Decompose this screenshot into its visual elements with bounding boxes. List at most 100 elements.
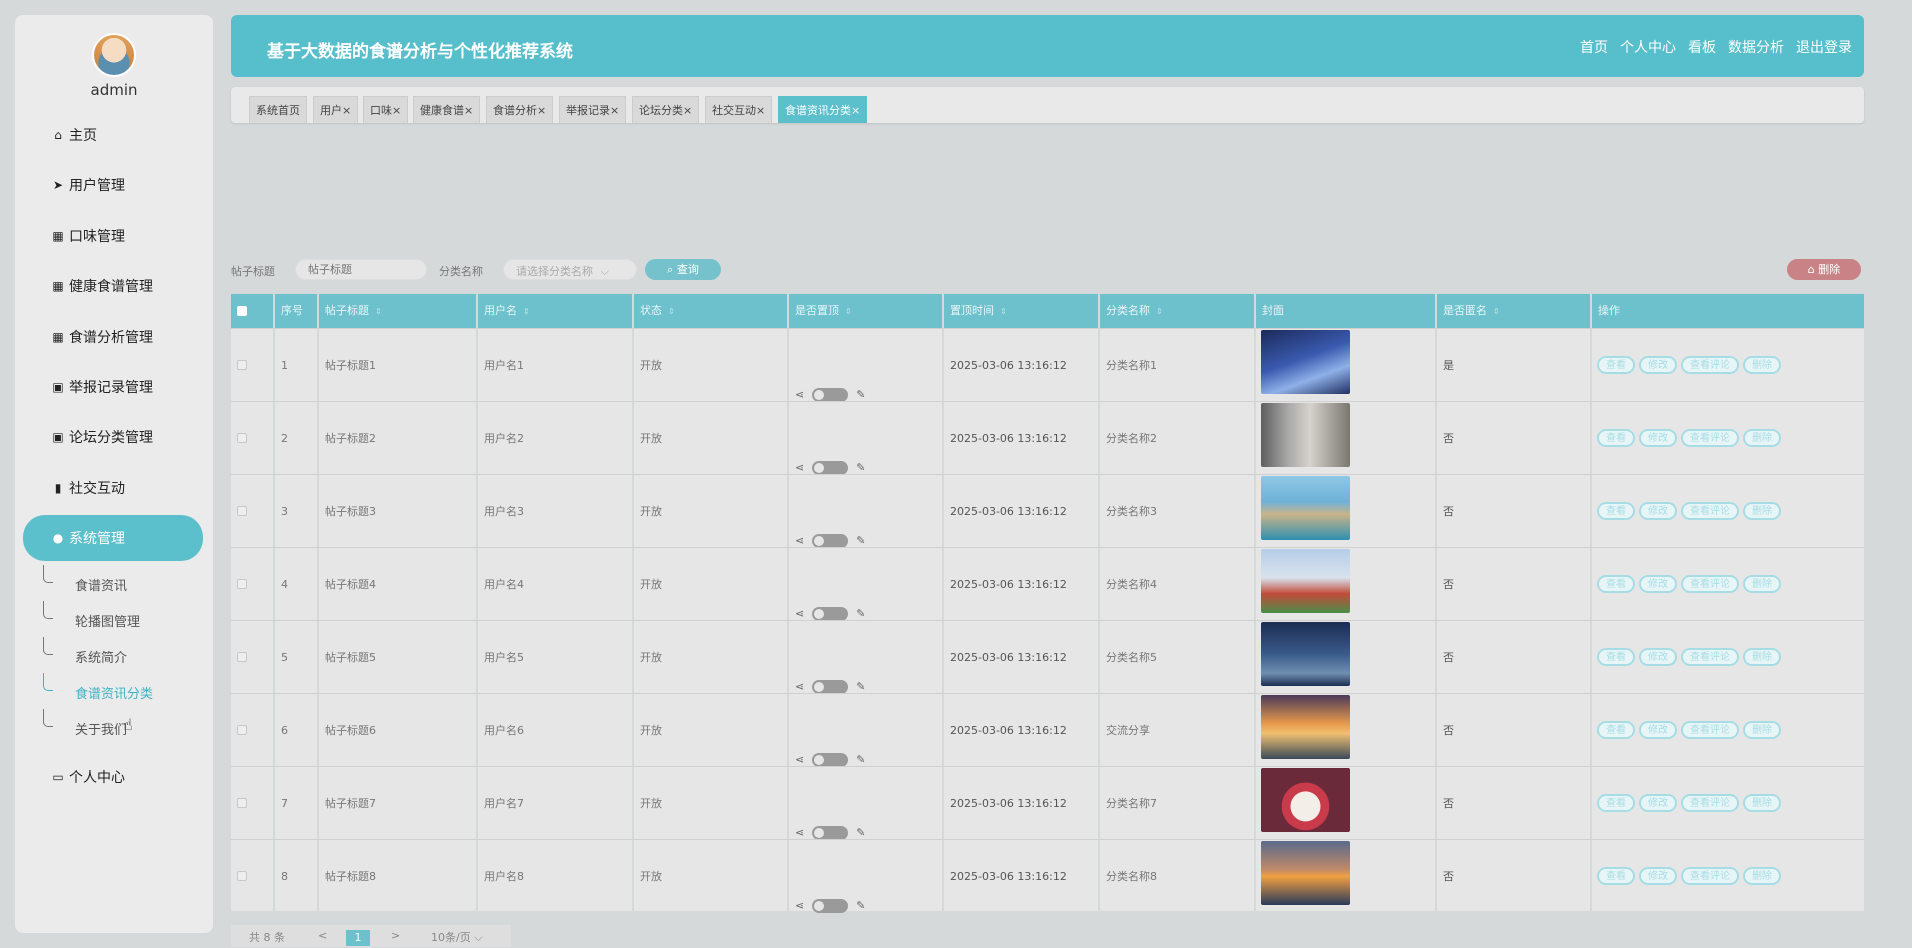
category-select[interactable]: 请选择分类名称 ⌵: [503, 259, 637, 280]
view-button[interactable]: 查看: [1597, 794, 1635, 812]
view-button[interactable]: 查看: [1597, 429, 1635, 447]
view-button[interactable]: 查看: [1597, 721, 1635, 739]
row-checkbox[interactable]: [237, 798, 247, 808]
cover-image[interactable]: [1261, 476, 1350, 540]
tab-healthy-recipe[interactable]: 健康食谱×: [413, 96, 481, 123]
select-all-checkbox[interactable]: [237, 306, 247, 316]
row-checkbox[interactable]: [237, 433, 247, 443]
sub-item-recipe-news[interactable]: 食谱资讯: [75, 575, 127, 594]
nav-item-recipe-analysis-manage[interactable]: ▦ 食谱分析管理: [23, 315, 203, 359]
cover-image[interactable]: [1261, 695, 1350, 759]
view-button[interactable]: 查看: [1597, 575, 1635, 593]
sub-item-carousel[interactable]: 轮播图管理: [75, 611, 140, 630]
sub-item-about-us[interactable]: 关于我们: [75, 719, 127, 738]
avatar[interactable]: [92, 33, 136, 77]
next-page-button[interactable]: >: [391, 929, 400, 942]
sub-item-system-intro[interactable]: 系统简介: [75, 647, 127, 666]
pin-toggle[interactable]: [812, 387, 849, 402]
edit-icon[interactable]: ✎: [856, 869, 865, 913]
delete-button[interactable]: 删除: [1743, 648, 1781, 666]
cover-image[interactable]: [1261, 549, 1350, 613]
edit-icon[interactable]: ✎: [856, 358, 865, 402]
delete-button[interactable]: 删除: [1743, 356, 1781, 374]
col-pin-time[interactable]: 置顶时间 ⇕: [944, 294, 1100, 328]
tab-social[interactable]: 社交互动×: [705, 96, 773, 123]
edit-button[interactable]: 修改: [1639, 867, 1677, 885]
view-comments-button[interactable]: 查看评论: [1681, 356, 1739, 374]
sort-icon[interactable]: ⇕: [1493, 307, 1500, 316]
pin-toggle[interactable]: [812, 679, 849, 694]
nav-item-taste-manage[interactable]: ▦ 口味管理: [23, 214, 203, 258]
nav-item-social[interactable]: ▮ 社交互动: [23, 466, 203, 510]
edit-icon[interactable]: ✎: [856, 723, 865, 767]
edit-icon[interactable]: ✎: [856, 796, 865, 840]
edit-button[interactable]: 修改: [1639, 575, 1677, 593]
view-comments-button[interactable]: 查看评论: [1681, 429, 1739, 447]
col-status[interactable]: 状态 ⇕: [634, 294, 789, 328]
row-checkbox[interactable]: [237, 360, 247, 370]
tab-user[interactable]: 用户×: [313, 96, 359, 123]
col-pinned[interactable]: 是否置顶 ⇕: [789, 294, 944, 328]
pin-toggle[interactable]: [812, 825, 849, 840]
delete-button[interactable]: 删除: [1743, 794, 1781, 812]
tab-home[interactable]: 系统首页: [249, 96, 307, 123]
cover-image[interactable]: [1261, 622, 1350, 686]
sort-icon[interactable]: ⇕: [845, 307, 852, 316]
view-comments-button[interactable]: 查看评论: [1681, 721, 1739, 739]
pin-toggle[interactable]: [812, 898, 849, 913]
edit-button[interactable]: 修改: [1639, 502, 1677, 520]
tab-report[interactable]: 举报记录×: [559, 96, 627, 123]
nav-item-report-manage[interactable]: ▣ 举报记录管理: [23, 365, 203, 409]
pin-toggle[interactable]: [812, 533, 849, 548]
row-checkbox[interactable]: [237, 579, 247, 589]
row-checkbox[interactable]: [237, 652, 247, 662]
tab-recipe-news-category[interactable]: 食谱资讯分类×: [778, 96, 868, 123]
delete-button[interactable]: 删除: [1743, 867, 1781, 885]
cover-image[interactable]: [1261, 768, 1350, 832]
edit-icon[interactable]: ✎: [856, 577, 865, 621]
edit-icon[interactable]: ✎: [856, 504, 865, 548]
tab-forum-category[interactable]: 论坛分类×: [632, 96, 700, 123]
nav-item-healthy-recipe-manage[interactable]: ▦ 健康食谱管理: [23, 264, 203, 308]
header-link-personal[interactable]: 个人中心: [1620, 37, 1676, 57]
nav-item-system-manage[interactable]: ● 系统管理: [23, 515, 203, 561]
sort-icon[interactable]: ⇕: [1156, 307, 1163, 316]
row-checkbox[interactable]: [237, 725, 247, 735]
row-checkbox[interactable]: [237, 506, 247, 516]
delete-button[interactable]: 删除: [1743, 721, 1781, 739]
edit-icon[interactable]: ✎: [856, 650, 865, 694]
view-comments-button[interactable]: 查看评论: [1681, 502, 1739, 520]
view-comments-button[interactable]: 查看评论: [1681, 575, 1739, 593]
nav-item-user-manage[interactable]: ➤ 用户管理: [23, 163, 203, 207]
col-user[interactable]: 用户名 ⇕: [478, 294, 634, 328]
sub-item-recipe-news-category[interactable]: 食谱资讯分类: [75, 683, 153, 702]
tab-recipe-analysis[interactable]: 食谱分析×: [486, 96, 554, 123]
cover-image[interactable]: [1261, 403, 1350, 467]
delete-button[interactable]: 删除: [1743, 502, 1781, 520]
edit-button[interactable]: 修改: [1639, 721, 1677, 739]
col-category[interactable]: 分类名称 ⇕: [1100, 294, 1256, 328]
view-button[interactable]: 查看: [1597, 502, 1635, 520]
pin-toggle[interactable]: [812, 606, 849, 621]
view-comments-button[interactable]: 查看评论: [1681, 648, 1739, 666]
page-1-button[interactable]: 1: [346, 930, 370, 946]
sort-icon[interactable]: ⇕: [375, 307, 382, 316]
row-checkbox[interactable]: [237, 871, 247, 881]
edit-button[interactable]: 修改: [1639, 648, 1677, 666]
view-button[interactable]: 查看: [1597, 648, 1635, 666]
view-comments-button[interactable]: 查看评论: [1681, 794, 1739, 812]
edit-icon[interactable]: ✎: [856, 431, 865, 475]
sort-icon[interactable]: ⇕: [668, 307, 675, 316]
nav-item-forum-category-manage[interactable]: ▣ 论坛分类管理: [23, 415, 203, 459]
pin-toggle[interactable]: [812, 460, 849, 475]
view-button[interactable]: 查看: [1597, 867, 1635, 885]
edit-button[interactable]: 修改: [1639, 356, 1677, 374]
edit-button[interactable]: 修改: [1639, 794, 1677, 812]
header-link-data-analysis[interactable]: 数据分析: [1728, 37, 1784, 57]
prev-page-button[interactable]: <: [318, 929, 327, 942]
nav-item-personal-center[interactable]: ▭ 个人中心: [23, 755, 203, 799]
header-link-dashboard[interactable]: 看板: [1688, 37, 1716, 57]
sort-icon[interactable]: ⇕: [1000, 307, 1007, 316]
cover-image[interactable]: [1261, 330, 1350, 394]
delete-button[interactable]: 删除: [1743, 429, 1781, 447]
